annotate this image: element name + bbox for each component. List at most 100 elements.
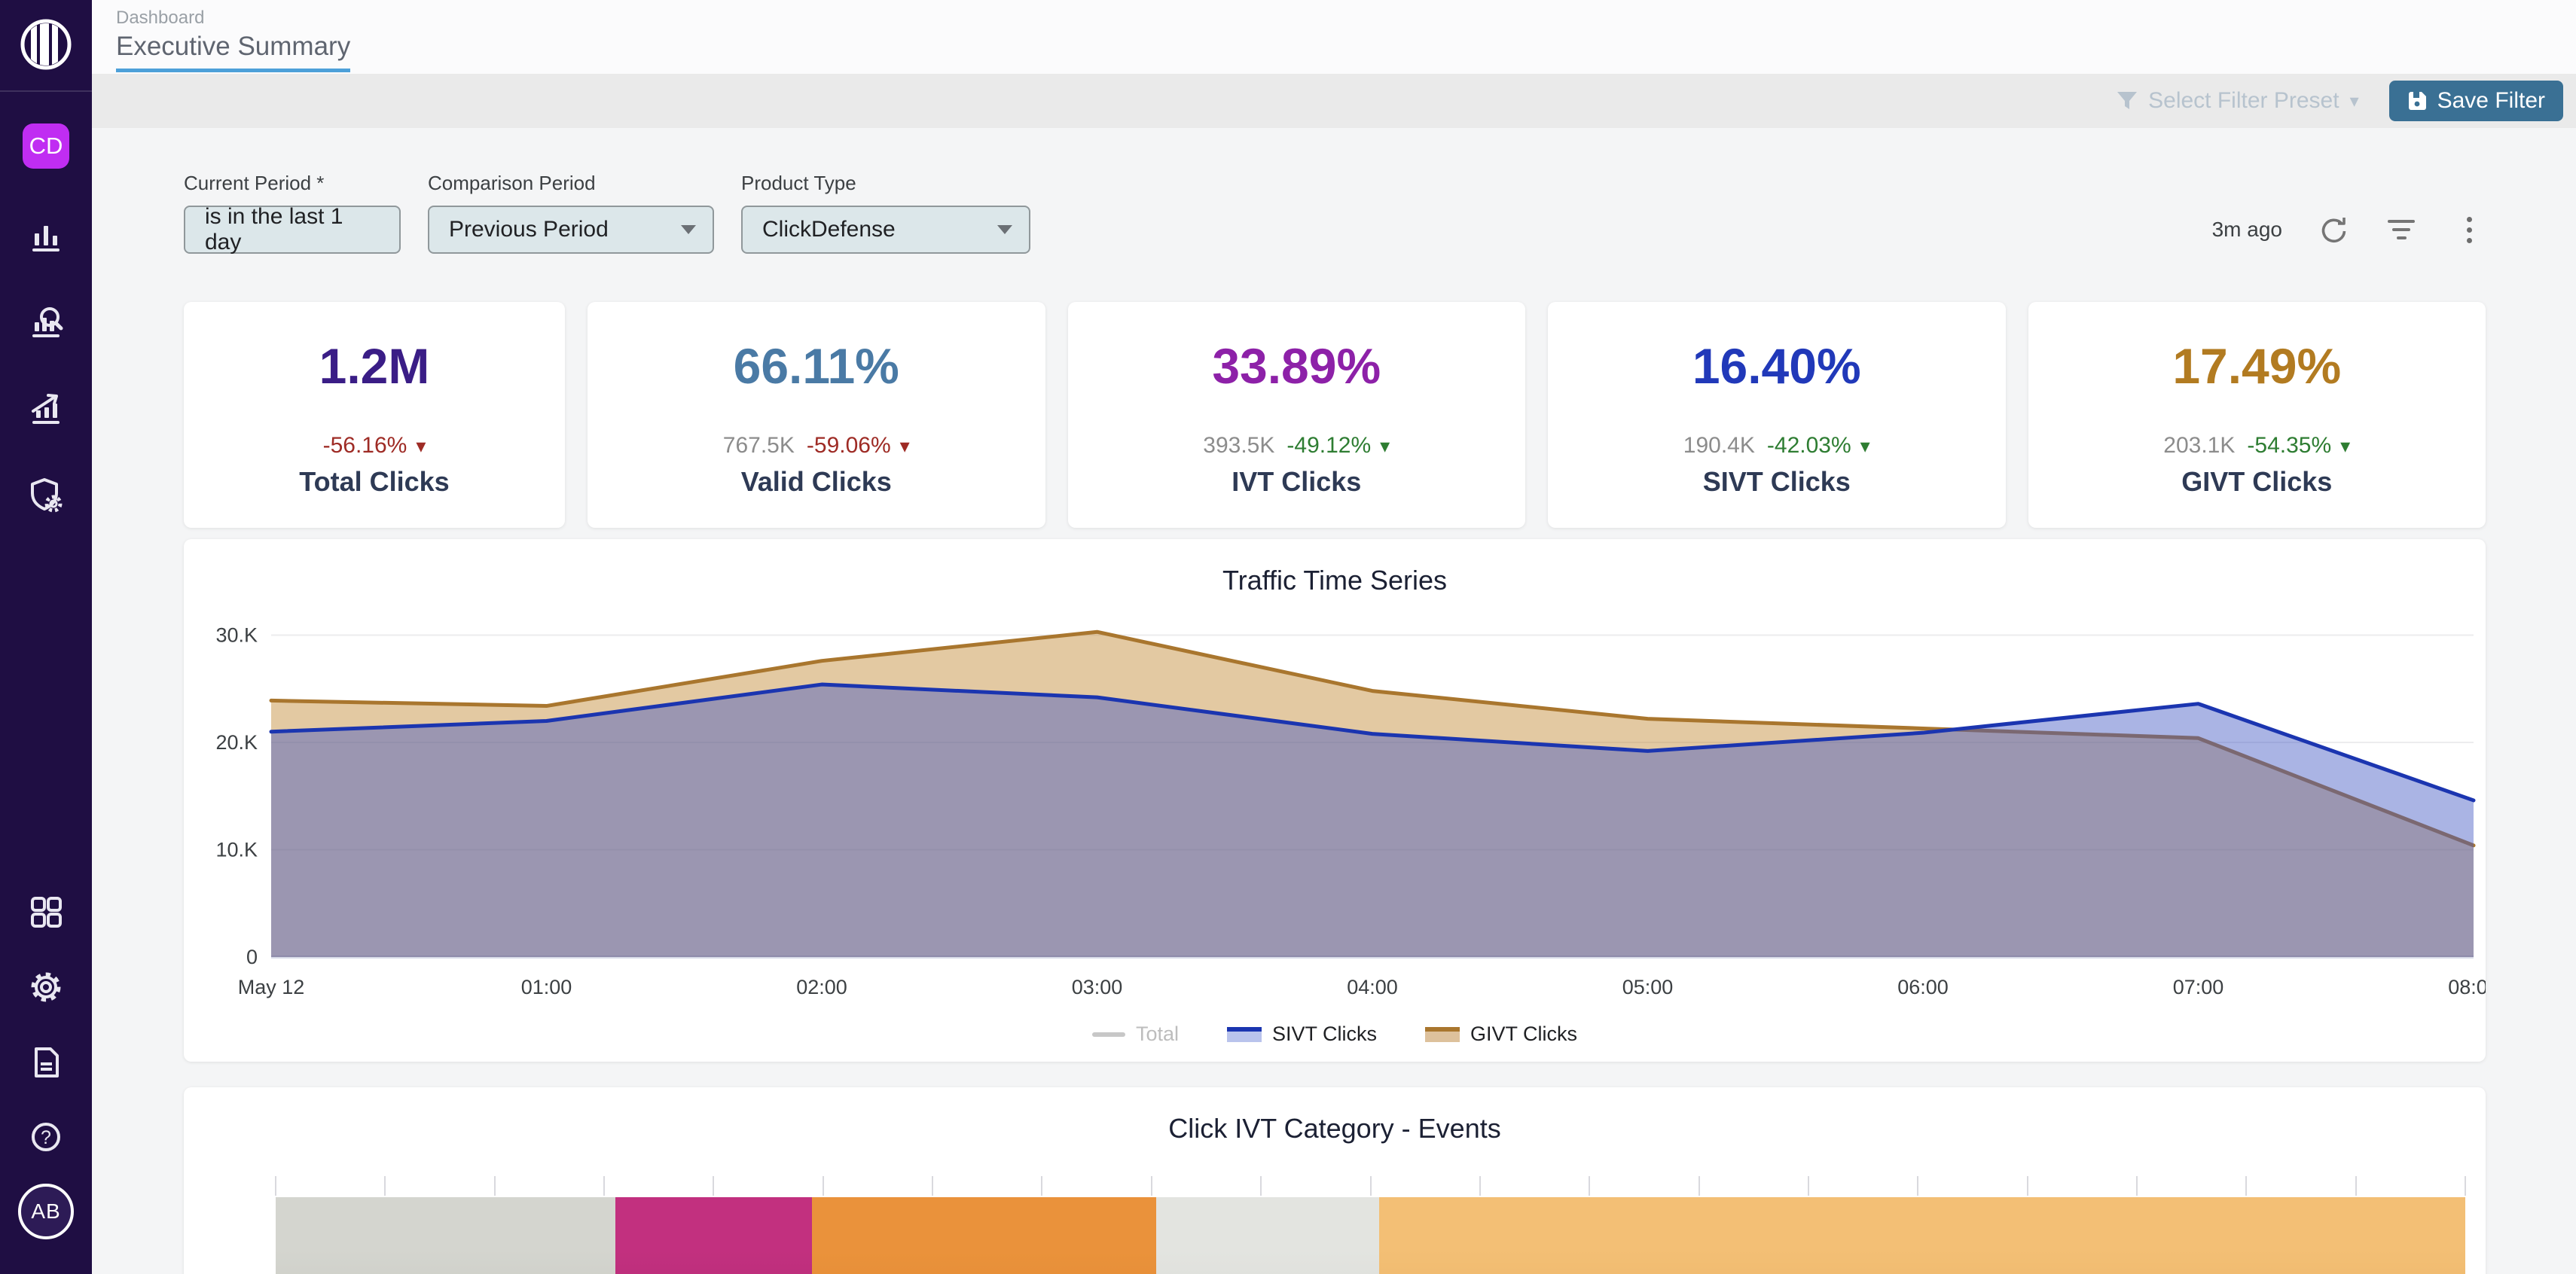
current-period-field[interactable]: is in the last 1 day bbox=[184, 206, 401, 254]
kpi-card-total-clicks: 1.2M -56.16% ▾ Total Clicks bbox=[184, 302, 565, 528]
sidebar: CD bbox=[0, 0, 92, 1274]
chevron-down-icon: ▾ bbox=[2350, 90, 2359, 112]
svg-text:30.K: 30.K bbox=[215, 624, 258, 647]
kpi-card-sivt-clicks: 16.40% 190.4K -42.03% ▾ SIVT Clicks bbox=[1548, 302, 2006, 528]
comparison-period-select[interactable]: Previous Period bbox=[428, 206, 714, 254]
dropdown-caret-icon bbox=[681, 225, 696, 234]
legend-item-givt-clicks[interactable]: GIVT Clicks bbox=[1425, 1023, 1577, 1046]
delta-down-icon: ▾ bbox=[1860, 434, 1870, 458]
traffic-time-series-card: Traffic Time Series 010.K20.K30.KMay 120… bbox=[184, 539, 2486, 1062]
user-avatar[interactable]: AB bbox=[18, 1184, 74, 1239]
filter-toolbar: Select Filter Preset ▾ Save Filter bbox=[92, 74, 2576, 128]
kpi-value: 17.49% bbox=[2172, 341, 2341, 391]
bar-segment-5[interactable] bbox=[1379, 1197, 2465, 1274]
svg-text:05:00: 05:00 bbox=[1622, 976, 1674, 998]
legend-label: Total bbox=[1136, 1023, 1179, 1046]
kebab-menu-icon[interactable] bbox=[2452, 213, 2486, 246]
filter-label: Product Type bbox=[741, 172, 1030, 195]
traffic-time-series-chart: 010.K20.K30.KMay 1201:0002:0003:0004:000… bbox=[184, 596, 2486, 1018]
dashboard-content: Current Period * is in the last 1 day Co… bbox=[92, 128, 2576, 1274]
svg-text:May 12: May 12 bbox=[238, 976, 305, 998]
trend-up-icon[interactable] bbox=[26, 389, 66, 428]
kpi-previous-value: 393.5K bbox=[1203, 433, 1274, 459]
save-filter-label: Save Filter bbox=[2437, 88, 2545, 114]
settings-gear-icon[interactable] bbox=[26, 968, 66, 1007]
click-ivt-category-card: Click IVT Category - Events bbox=[184, 1087, 2486, 1274]
kpi-card-ivt-clicks: 33.89% 393.5K -49.12% ▾ IVT Clicks bbox=[1068, 302, 1526, 528]
chart-legend: Total SIVT Clicks GIVT Clicks bbox=[184, 1023, 2486, 1046]
svg-text:08:00: 08:00 bbox=[2448, 976, 2486, 998]
kpi-label: Total Clicks bbox=[299, 466, 449, 498]
bar-segment-3[interactable] bbox=[812, 1197, 1155, 1274]
bar-segment-2[interactable] bbox=[615, 1197, 813, 1274]
filter-product-type: Product Type ClickDefense bbox=[741, 172, 1030, 254]
analytics-bars-icon[interactable] bbox=[26, 217, 66, 256]
help-icon[interactable]: ? bbox=[26, 1117, 66, 1157]
sidebar-divider bbox=[0, 90, 92, 92]
kpi-delta: -59.06% bbox=[807, 433, 891, 459]
document-icon[interactable] bbox=[26, 1043, 66, 1082]
kpi-card-givt-clicks: 17.49% 203.1K -54.35% ▾ GIVT Clicks bbox=[2028, 302, 2486, 528]
svg-text:06:00: 06:00 bbox=[1897, 976, 1949, 998]
kpi-delta: -56.16% bbox=[323, 433, 407, 459]
svg-text:02:00: 02:00 bbox=[796, 976, 847, 998]
current-period-value: is in the last 1 day bbox=[205, 204, 380, 255]
filter-label: Current Period * bbox=[184, 172, 401, 195]
funnel-icon bbox=[2117, 91, 2138, 111]
filter-row: Current Period * is in the last 1 day Co… bbox=[184, 172, 2486, 254]
kpi-value: 16.40% bbox=[1692, 341, 1861, 391]
legend-label: GIVT Clicks bbox=[1470, 1023, 1577, 1046]
filter-comparison-period: Comparison Period Previous Period bbox=[428, 172, 714, 254]
delta-down-icon: ▾ bbox=[416, 434, 426, 458]
bar-segment-1[interactable] bbox=[276, 1197, 615, 1274]
brand-logo-icon[interactable] bbox=[18, 17, 74, 72]
kpi-label: SIVT Clicks bbox=[1703, 466, 1851, 498]
breadcrumb: Dashboard bbox=[116, 8, 2576, 29]
refresh-icon[interactable] bbox=[2317, 213, 2350, 246]
main-area: Dashboard Executive Summary Select Filte… bbox=[92, 0, 2576, 1274]
kpi-label: GIVT Clicks bbox=[2181, 466, 2332, 498]
bar-segment-4[interactable] bbox=[1156, 1197, 1380, 1274]
legend-label: SIVT Clicks bbox=[1272, 1023, 1377, 1046]
dashboard-meta: 3m ago bbox=[2212, 213, 2486, 254]
legend-item-sivt-clicks[interactable]: SIVT Clicks bbox=[1227, 1023, 1377, 1046]
save-filter-button[interactable]: Save Filter bbox=[2389, 81, 2563, 121]
product-type-value: ClickDefense bbox=[762, 217, 896, 242]
product-type-select[interactable]: ClickDefense bbox=[741, 206, 1030, 254]
app-window: CD bbox=[0, 0, 2576, 1274]
svg-text:04:00: 04:00 bbox=[1347, 976, 1398, 998]
kpi-previous-value: 767.5K bbox=[723, 433, 795, 459]
bar-gridlines bbox=[276, 1176, 2465, 1196]
page-header: Dashboard Executive Summary bbox=[92, 0, 2576, 74]
chart-title: Traffic Time Series bbox=[184, 565, 2486, 596]
delta-down-icon: ▾ bbox=[900, 434, 910, 458]
explore-search-icon[interactable] bbox=[26, 303, 66, 342]
save-floppy-icon bbox=[2407, 91, 2427, 111]
shield-settings-icon[interactable] bbox=[26, 475, 66, 514]
kpi-delta: -54.35% bbox=[2247, 433, 2331, 459]
workspace-badge[interactable]: CD bbox=[23, 123, 69, 169]
kpi-value: 1.2M bbox=[319, 341, 430, 391]
preset-label: Select Filter Preset bbox=[2148, 88, 2339, 114]
filter-current-period: Current Period * is in the last 1 day bbox=[184, 172, 401, 254]
apps-grid-icon[interactable] bbox=[26, 892, 66, 931]
page-title: Executive Summary bbox=[116, 32, 350, 72]
legend-item-total[interactable]: Total bbox=[1092, 1023, 1179, 1046]
kpi-card-valid-clicks: 66.11% 767.5K -59.06% ▾ Valid Clicks bbox=[588, 302, 1045, 528]
kpi-row: 1.2M -56.16% ▾ Total Clicks 66.11% 767.5… bbox=[184, 302, 2486, 528]
legend-swatch bbox=[1092, 1032, 1125, 1037]
chart-title: Click IVT Category - Events bbox=[184, 1113, 2486, 1144]
filter-lines-icon[interactable] bbox=[2385, 213, 2418, 246]
svg-text:10.K: 10.K bbox=[215, 839, 258, 861]
svg-text:07:00: 07:00 bbox=[2173, 976, 2224, 998]
kpi-previous-value: 203.1K bbox=[2163, 433, 2235, 459]
kpi-label: IVT Clicks bbox=[1232, 466, 1361, 498]
svg-text:20.K: 20.K bbox=[215, 731, 258, 754]
svg-text:?: ? bbox=[41, 1127, 51, 1148]
delta-down-icon: ▾ bbox=[2340, 434, 2350, 458]
select-filter-preset[interactable]: Select Filter Preset ▾ bbox=[2117, 88, 2358, 114]
kpi-previous-value: 190.4K bbox=[1683, 433, 1755, 459]
filter-label: Comparison Period bbox=[428, 172, 714, 195]
kpi-value: 33.89% bbox=[1212, 341, 1381, 391]
svg-text:03:00: 03:00 bbox=[1072, 976, 1123, 998]
